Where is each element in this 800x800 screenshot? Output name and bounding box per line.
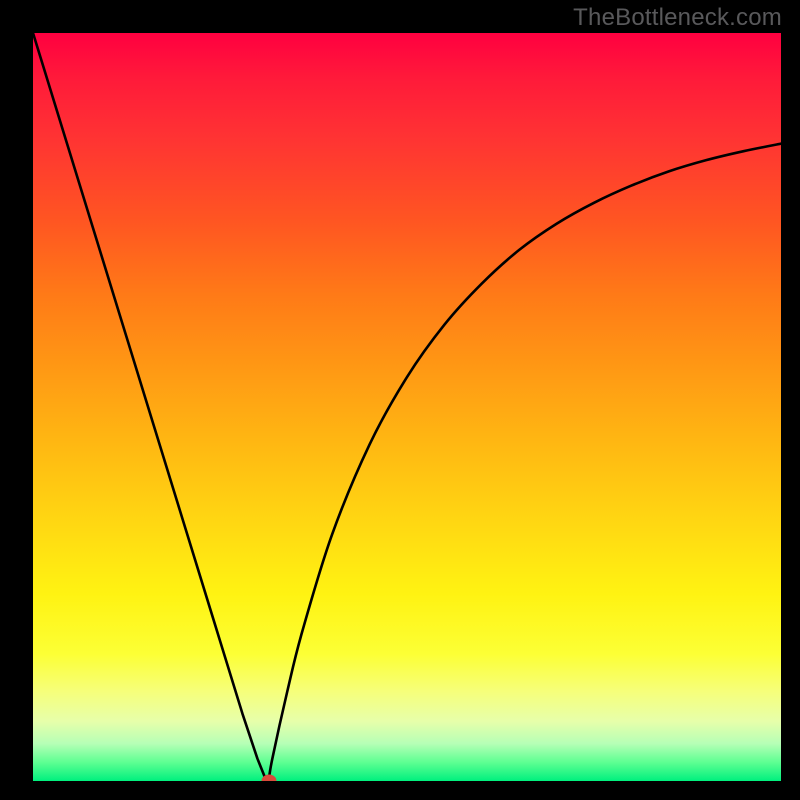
chart-frame: TheBottleneck.com [0, 0, 800, 800]
curve-right-branch [269, 144, 781, 781]
watermark-text: TheBottleneck.com [573, 4, 782, 32]
minimum-marker-dot [261, 775, 276, 782]
plot-area [33, 33, 781, 781]
curve-layer [33, 33, 781, 781]
curve-left-branch [33, 33, 269, 781]
